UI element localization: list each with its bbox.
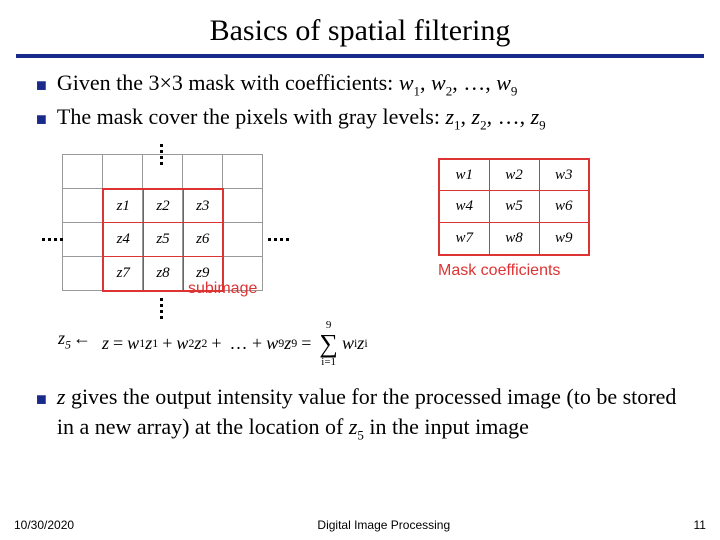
mask-label: Mask coefficients xyxy=(438,262,560,280)
footer-course: Digital Image Processing xyxy=(317,518,450,532)
title-rule xyxy=(16,54,704,58)
dots-right xyxy=(268,238,289,241)
cell-w6: w6 xyxy=(539,191,589,223)
cell-w2: w2 xyxy=(489,159,539,191)
cell-z7: z7 xyxy=(103,257,143,291)
cell-w1: w1 xyxy=(439,159,489,191)
bullet-icon: ■ xyxy=(36,107,47,131)
bullet-2-text: The mask cover the pixels with gray leve… xyxy=(57,102,546,134)
dots-top xyxy=(160,144,163,165)
bullet-1-text: Given the 3×3 mask with coefficients: w1… xyxy=(57,68,518,100)
cell-w5: w5 xyxy=(489,191,539,223)
formula-lhs: z5← xyxy=(58,328,93,353)
footer-date: 10/30/2020 xyxy=(14,518,74,532)
cell-w9: w9 xyxy=(539,223,589,255)
bullet-3-block: ■ z gives the output intensity value for… xyxy=(0,372,720,444)
bullet-list: ■ Given the 3×3 mask with coefficients: … xyxy=(0,68,720,134)
cell-w8: w8 xyxy=(489,223,539,255)
formula: z= w1z1 + w2z2 + … + w9z9 = 9 ∑ i=1 wizi xyxy=(102,320,368,368)
footer-page: 11 xyxy=(694,518,706,532)
bullet-1: ■ Given the 3×3 mask with coefficients: … xyxy=(36,68,684,100)
dots-left xyxy=(42,238,63,241)
slide-title: Basics of spatial filtering xyxy=(0,0,720,54)
footer: 10/30/2020 Digital Image Processing 11 xyxy=(0,518,720,532)
cell-z6: z6 xyxy=(183,223,223,257)
cell-z8: z8 xyxy=(143,257,183,291)
bullet-icon: ■ xyxy=(36,73,47,97)
cell-z5: z5 xyxy=(143,223,183,257)
diagram: z1z2z3 z4z5z6 z7z8z9 subimage w1w2w3 w4w… xyxy=(0,140,720,372)
image-grid: z1z2z3 z4z5z6 z7z8z9 xyxy=(62,154,263,291)
cell-w7: w7 xyxy=(439,223,489,255)
cell-w4: w4 xyxy=(439,191,489,223)
bullet-3-text: z gives the output intensity value for t… xyxy=(57,382,684,444)
mask-grid: w1w2w3 w4w5w6 w7w8w9 xyxy=(438,158,590,256)
subimage-label: subimage xyxy=(188,280,257,298)
bullet-icon: ■ xyxy=(36,387,47,411)
cell-w3: w3 xyxy=(539,159,589,191)
bullet-3: ■ z gives the output intensity value for… xyxy=(36,382,684,444)
subimage-grid: z1z2z3 z4z5z6 z7z8z9 xyxy=(102,188,224,292)
cell-z1: z1 xyxy=(103,189,143,223)
cell-z3: z3 xyxy=(183,189,223,223)
bullet-2: ■ The mask cover the pixels with gray le… xyxy=(36,102,684,134)
dots-bottom xyxy=(160,298,163,319)
cell-z2: z2 xyxy=(143,189,183,223)
sigma-icon: 9 ∑ i=1 xyxy=(319,320,338,368)
cell-z4: z4 xyxy=(103,223,143,257)
